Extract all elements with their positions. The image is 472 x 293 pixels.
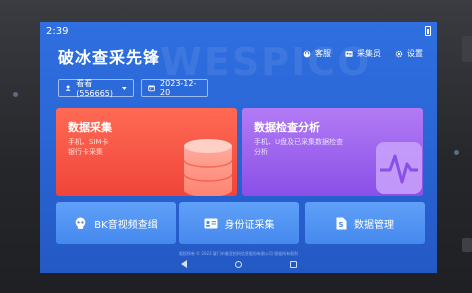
copyright-footer: 版权所有 © 2023 厦门市美亚柏科信息股份有限公司 保留所有权利 xyxy=(178,251,299,256)
activity-chart-icon xyxy=(376,142,422,194)
app-title: 破冰查采先锋 xyxy=(58,48,161,67)
collector-button[interactable]: 采集员 xyxy=(345,48,381,59)
date-picker[interactable]: 2023-12-20 xyxy=(141,79,208,97)
gear-icon xyxy=(395,50,403,57)
battery-icon xyxy=(425,26,431,36)
data-analysis-subtitle: 手机、U盘及已采集数据检查分析 xyxy=(254,138,344,156)
bk-av-search-tile[interactable]: BK音视频查缉 xyxy=(56,202,176,244)
skull-icon xyxy=(75,217,86,229)
user-selector[interactable]: 看看(556665) xyxy=(58,79,134,98)
status-time: 2:39 xyxy=(46,26,69,37)
header-actions: 客服 采集员 设置 xyxy=(303,48,423,59)
sensor-icon xyxy=(454,150,459,155)
document-icon: S xyxy=(336,217,347,229)
data-management-tile[interactable]: S 数据管理 xyxy=(305,202,425,244)
date-value: 2023-12-20 xyxy=(160,79,197,97)
data-collection-subtitle: 手机、SIM卡 银行卡采集 xyxy=(68,138,109,156)
headset-icon xyxy=(303,50,311,57)
customer-service-label: 客服 xyxy=(315,49,331,58)
recent-apps-icon[interactable] xyxy=(289,260,297,268)
data-collection-title: 数据采集 xyxy=(68,121,112,134)
data-management-label: 数据管理 xyxy=(354,219,394,231)
svg-text:S: S xyxy=(339,221,344,229)
id-card-collection-label: 身份证采集 xyxy=(224,219,275,231)
collector-label: 采集员 xyxy=(357,49,381,58)
customer-service-button[interactable]: 客服 xyxy=(303,48,331,59)
volume-button xyxy=(462,36,472,62)
app-screen: WESPICO 2:39 破冰查采先锋 客服 采集员 设置 看看(556665)… xyxy=(40,22,437,273)
power-button xyxy=(462,238,472,252)
user-selector-value: 看看(556665) xyxy=(76,79,114,98)
home-icon[interactable] xyxy=(234,260,242,268)
chevron-down-icon xyxy=(122,86,127,90)
calendar-icon xyxy=(148,85,155,92)
camera-icon xyxy=(13,92,18,97)
data-analysis-card[interactable]: 数据检查分析 手机、U盘及已采集数据检查分析 xyxy=(242,108,423,196)
user-icon xyxy=(65,85,71,91)
data-collection-card[interactable]: 数据采集 手机、SIM卡 银行卡采集 xyxy=(56,108,237,196)
settings-label: 设置 xyxy=(407,49,423,58)
system-nav-bar xyxy=(40,260,437,268)
id-card-icon xyxy=(345,50,353,57)
id-card-collection-tile[interactable]: 身份证采集 xyxy=(179,202,299,244)
settings-button[interactable]: 设置 xyxy=(395,48,423,59)
data-analysis-title: 数据检查分析 xyxy=(254,121,320,134)
database-icon xyxy=(183,139,233,196)
bk-av-search-label: BK音视频查缉 xyxy=(94,219,158,231)
watermark: WESPICO xyxy=(160,40,372,84)
id-card-icon xyxy=(204,218,217,228)
back-icon[interactable] xyxy=(180,260,187,268)
